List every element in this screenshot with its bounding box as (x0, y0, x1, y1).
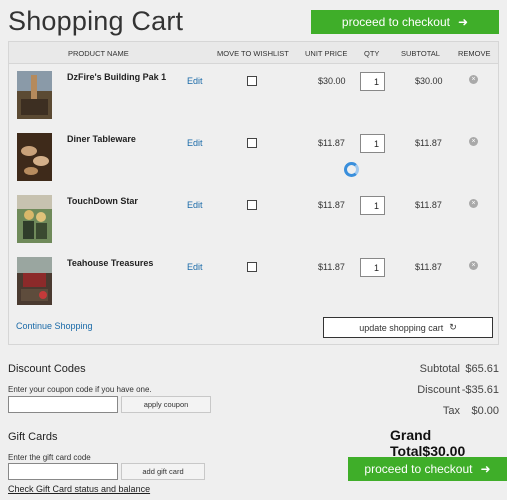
edit-link[interactable]: Edit (187, 138, 203, 148)
remove-icon[interactable]: × (469, 137, 478, 146)
row-subtotal: $30.00 (415, 76, 443, 86)
header-move-to-wishlist: MOVE TO WISHLIST (217, 49, 289, 58)
loading-spinner-icon (344, 162, 359, 177)
proceed-to-checkout-button-bottom[interactable]: proceed to checkout ➜ (348, 457, 507, 481)
discount-label: Discount (417, 384, 460, 396)
unit-price: $30.00 (318, 76, 346, 86)
unit-price: $11.87 (318, 200, 345, 210)
product-name[interactable]: TouchDown Star (67, 196, 138, 206)
arrow-right-icon: ➜ (480, 462, 491, 476)
edit-link[interactable]: Edit (187, 76, 203, 86)
discount-value: -$35.61 (461, 384, 499, 396)
wishlist-checkbox[interactable] (247, 138, 257, 148)
row-subtotal: $11.87 (415, 200, 442, 210)
gift-card-code-input[interactable] (8, 463, 118, 480)
header-subtotal: SUBTOTAL (401, 49, 440, 58)
add-gift-card-button[interactable]: add gift card (121, 463, 205, 480)
table-row: Diner Tableware Edit $11.87 1 $11.87 × (9, 127, 498, 189)
page-title: Shopping Cart (8, 6, 184, 36)
header-unit-price: UNIT PRICE (305, 49, 348, 58)
tax-value: $0.00 (471, 405, 499, 417)
product-thumbnail[interactable] (17, 71, 52, 119)
update-label: update shopping cart (359, 322, 444, 333)
check-gift-card-link[interactable]: Check Gift Card status and balance (8, 484, 150, 494)
table-row: DzFire's Building Pak 1 Edit $30.00 1 $3… (9, 65, 498, 127)
edit-link[interactable]: Edit (187, 262, 203, 272)
header-qty: QTY (364, 49, 380, 58)
gift-card-help-text: Enter the gift card code (8, 453, 91, 462)
grand-total: Grand Total$30.00 (390, 427, 507, 459)
edit-link[interactable]: Edit (187, 200, 203, 210)
wishlist-checkbox[interactable] (247, 262, 257, 272)
continue-shopping-link[interactable]: Continue Shopping (16, 321, 93, 331)
refresh-icon: ↻ (449, 322, 457, 332)
product-thumbnail[interactable] (17, 195, 52, 243)
quantity-input[interactable]: 1 (360, 72, 385, 91)
tax-label: Tax (442, 405, 460, 417)
remove-icon[interactable]: × (469, 199, 478, 208)
row-subtotal: $11.87 (415, 262, 442, 272)
wishlist-checkbox[interactable] (247, 200, 257, 210)
product-thumbnail[interactable] (17, 133, 52, 181)
product-name[interactable]: Teahouse Treasures (67, 258, 153, 268)
remove-icon[interactable]: × (469, 261, 478, 270)
quantity-input[interactable]: 1 (360, 134, 385, 153)
product-thumbnail[interactable] (17, 257, 52, 305)
gift-cards-title: Gift Cards (8, 431, 58, 443)
subtotal-label: Subtotal (419, 363, 460, 375)
remove-icon[interactable]: × (469, 75, 478, 84)
table-row: Teahouse Treasures Edit $11.87 1 $11.87 … (9, 251, 498, 313)
header-remove: REMOVE (458, 49, 491, 58)
product-name[interactable]: DzFire's Building Pak 1 (67, 72, 166, 82)
wishlist-checkbox[interactable] (247, 76, 257, 86)
product-name[interactable]: Diner Tableware (67, 134, 136, 144)
quantity-input[interactable]: 1 (360, 196, 385, 215)
unit-price: $11.87 (318, 262, 345, 272)
apply-coupon-button[interactable]: apply coupon (121, 396, 211, 413)
proceed-to-checkout-button-top[interactable]: proceed to checkout ➜ (311, 10, 499, 34)
row-subtotal: $11.87 (415, 138, 442, 148)
discount-codes-title: Discount Codes (8, 363, 86, 375)
coupon-code-input[interactable] (8, 396, 118, 413)
table-row: TouchDown Star Edit $11.87 1 $11.87 × (9, 189, 498, 251)
header-product-name: PRODUCT NAME (68, 49, 129, 58)
arrow-right-icon: ➜ (458, 15, 469, 29)
checkout-label: proceed to checkout (341, 15, 450, 29)
quantity-input[interactable]: 1 (360, 258, 385, 277)
cart-table-header: PRODUCT NAME MOVE TO WISHLIST UNIT PRICE… (9, 42, 498, 64)
subtotal-value: $65.61 (465, 363, 499, 375)
cart-table: PRODUCT NAME MOVE TO WISHLIST UNIT PRICE… (8, 41, 499, 345)
update-shopping-cart-button[interactable]: update shopping cart ↻ (323, 317, 493, 338)
unit-price: $11.87 (318, 138, 345, 148)
coupon-help-text: Enter your coupon code if you have one. (8, 385, 152, 394)
checkout-label: proceed to checkout (364, 462, 473, 476)
